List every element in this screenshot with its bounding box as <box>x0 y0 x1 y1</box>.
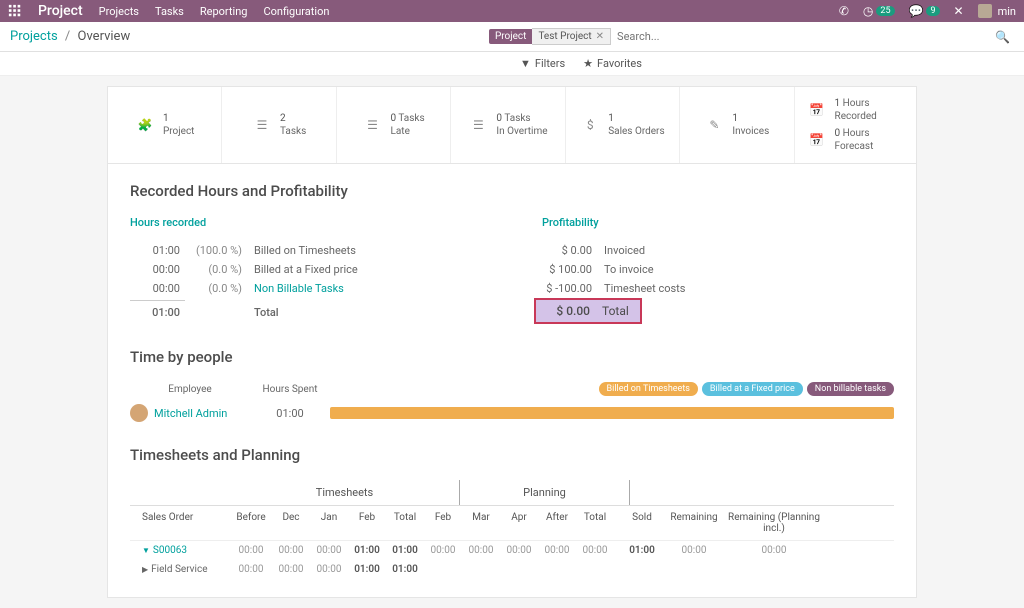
user-menu[interactable]: min <box>978 4 1016 18</box>
employee-hours: 01:00 <box>250 407 330 420</box>
stat-invoices[interactable]: ✎ 1Invoices <box>680 87 794 163</box>
remove-tag-icon[interactable]: ✕ <box>596 31 604 42</box>
search-tag-value[interactable]: Test Project✕ <box>532 28 611 45</box>
timer-icon[interactable]: ◷25 <box>863 4 895 18</box>
breadcrumb-root[interactable]: Projects <box>10 29 58 44</box>
section-title-recorded: Recorded Hours and Profitability <box>130 182 894 200</box>
breadcrumb-current: Overview <box>78 29 131 44</box>
sales-order-link[interactable]: ▼S00063 <box>130 545 230 556</box>
hours-col-head: Hours Spent <box>250 384 330 395</box>
nav-tasks[interactable]: Tasks <box>155 5 184 18</box>
caret-right-icon: ▶ <box>142 565 148 574</box>
hours-bar <box>330 407 894 419</box>
stat-tasks-late[interactable]: ☰ 0 TasksLate <box>337 87 451 163</box>
search-input[interactable] <box>611 28 991 45</box>
stat-hours[interactable]: 📅1 HoursRecorded 📅0 HoursForecast <box>795 87 916 163</box>
search-icon[interactable]: 🔍 <box>991 26 1014 48</box>
pencil-icon: ✎ <box>704 115 724 135</box>
phone-icon[interactable]: ✆ <box>839 4 849 18</box>
list-icon: ☰ <box>362 115 382 135</box>
planning-section-head: Planning <box>460 480 630 505</box>
chat-icon[interactable]: 💬9 <box>909 4 940 18</box>
avatar <box>130 404 148 422</box>
calendar-icon: 📅 <box>807 130 827 150</box>
search-tag-label: Project <box>489 29 533 44</box>
favorites-button[interactable]: ★ Favorites <box>583 57 642 70</box>
nav-configuration[interactable]: Configuration <box>263 5 329 18</box>
nav-projects[interactable]: Projects <box>99 5 139 18</box>
stat-sales-orders[interactable]: $ 1Sales Orders <box>566 87 680 163</box>
close-icon[interactable]: ✕ <box>954 4 964 18</box>
stat-tasks-overtime[interactable]: ☰ 0 TasksIn Overtime <box>451 87 565 163</box>
sales-order-row[interactable]: ▶Field Service <box>130 564 230 575</box>
profitability-head: Profitability <box>542 216 894 229</box>
list-icon: ☰ <box>468 115 488 135</box>
caret-down-icon: ▼ <box>142 546 150 555</box>
employee-link[interactable]: Mitchell Admin <box>154 407 227 420</box>
user-name: min <box>998 5 1016 18</box>
dollar-icon: $ <box>580 115 600 135</box>
calendar-icon: 📅 <box>807 100 827 120</box>
apps-icon[interactable] <box>8 4 22 18</box>
avatar <box>978 4 992 18</box>
timesheets-section-head: Timesheets <box>230 480 460 505</box>
stat-tasks[interactable]: ☰ 2Tasks <box>222 87 336 163</box>
chip-billed-timesheets[interactable]: Billed on Timesheets <box>599 382 698 396</box>
employee-col-head: Employee <box>130 384 250 395</box>
nav-reporting[interactable]: Reporting <box>200 5 248 18</box>
chip-non-billable[interactable]: Non billable tasks <box>807 382 894 396</box>
list-icon: ☰ <box>252 115 272 135</box>
stat-project[interactable]: 🧩 1Project <box>108 87 222 163</box>
breadcrumb: Projects / Overview <box>10 29 130 44</box>
hours-recorded-head: Hours recorded <box>130 216 482 229</box>
app-title: Project <box>38 3 83 19</box>
filters-button[interactable]: ▼ Filters <box>520 57 565 70</box>
section-title-people: Time by people <box>130 348 894 366</box>
puzzle-icon: 🧩 <box>135 115 155 135</box>
non-billable-link[interactable]: Non Billable Tasks <box>254 282 482 295</box>
chip-billed-fixed[interactable]: Billed at a Fixed price <box>702 382 803 396</box>
profitability-total-highlight: $ 0.00Total <box>534 298 642 324</box>
section-title-timesheets: Timesheets and Planning <box>130 446 894 464</box>
